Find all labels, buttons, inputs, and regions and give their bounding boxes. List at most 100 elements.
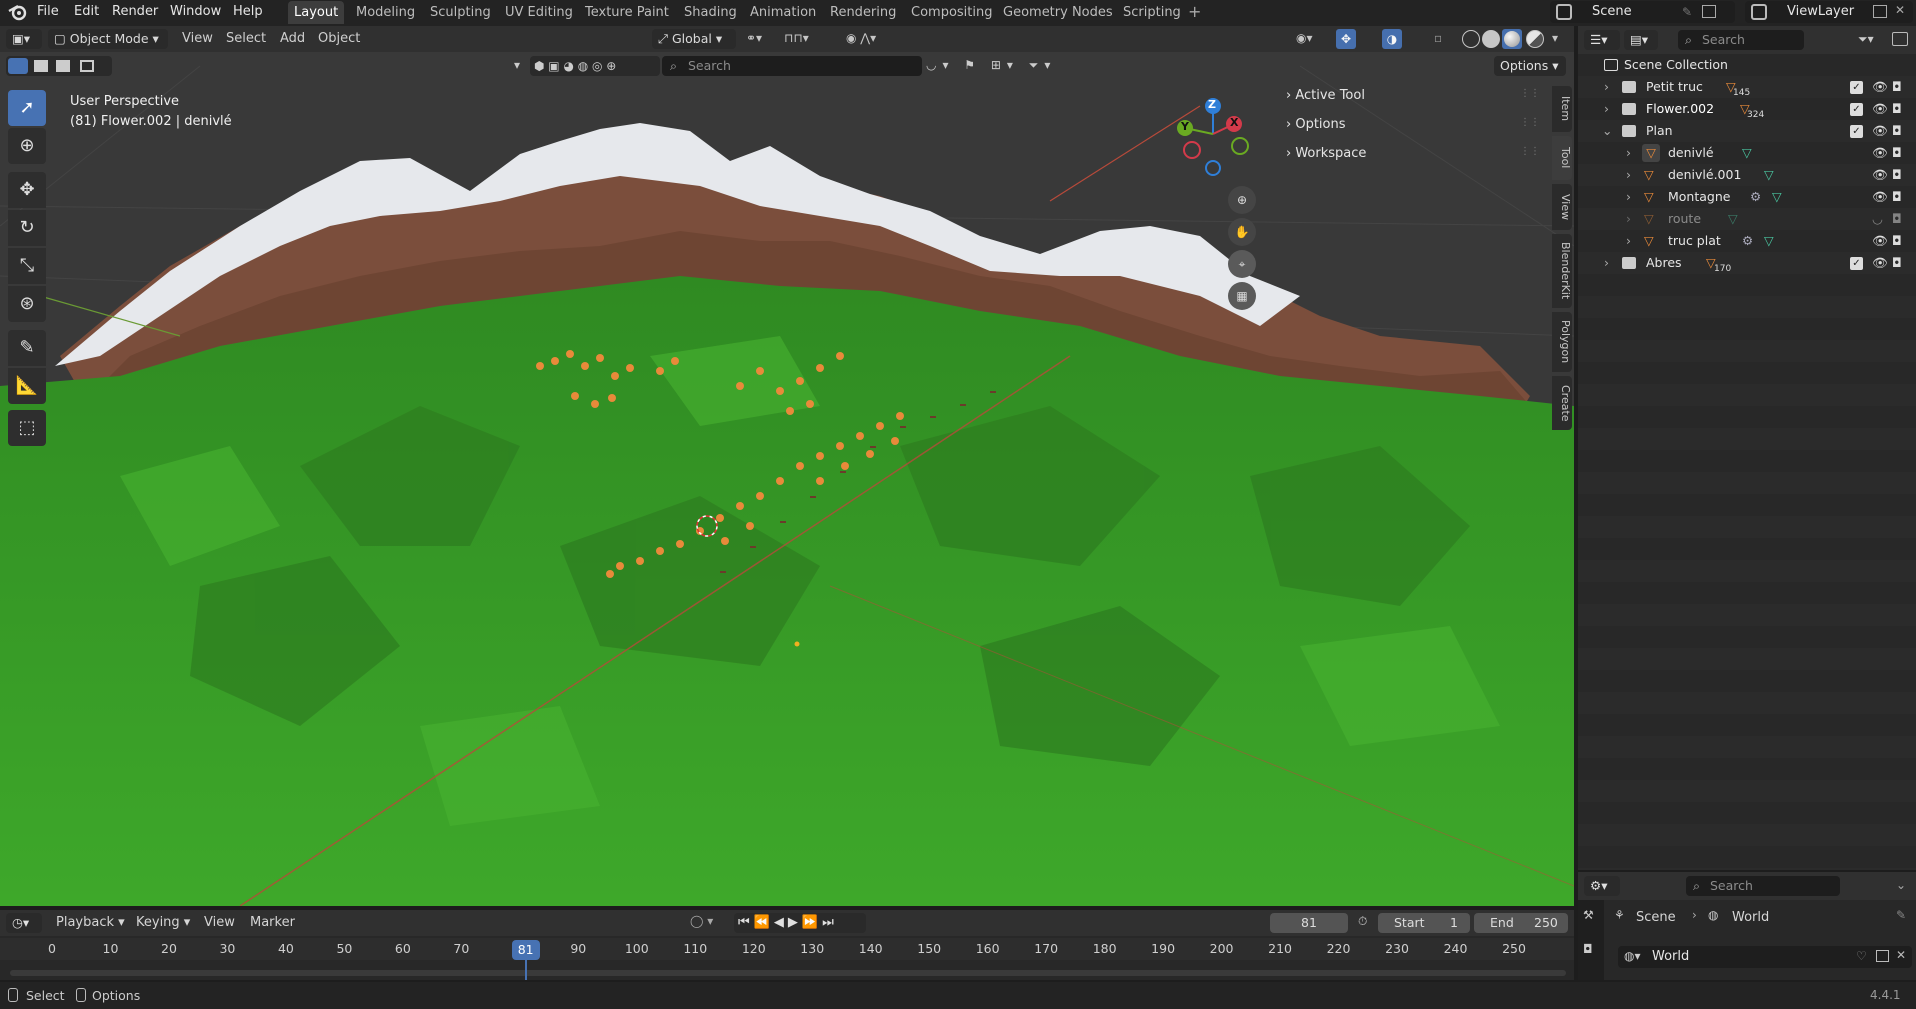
filter-icon[interactable]: ⏷▾ (1858, 32, 1874, 47)
pivot-icon[interactable]: ⚭▾ (746, 31, 762, 45)
exclude-checkbox[interactable]: ✓ (1850, 257, 1863, 270)
blender-logo-icon[interactable] (8, 3, 28, 21)
tab-layout[interactable]: Layout (288, 1, 345, 24)
material-shading-icon[interactable] (1502, 29, 1522, 49)
display-mode-dropdown[interactable]: ▤▾ (1624, 30, 1658, 50)
tab-uv-editing[interactable]: UV Editing (499, 1, 579, 24)
fake-user-icon[interactable]: ♡ (1856, 949, 1867, 963)
tree-row-montagne[interactable]: › ▽ Montagne ⚙ ▽ 👁 ◘ (1578, 186, 1916, 208)
menu-window[interactable]: Window (170, 0, 221, 24)
zoom-icon[interactable]: ⊕ (1228, 186, 1256, 214)
camera-render-icon[interactable]: ◘ (1892, 98, 1902, 120)
camera-render-icon[interactable]: ◘ (1892, 230, 1902, 252)
world-selector[interactable]: ◍▾ World ♡ ✕ (1618, 946, 1912, 968)
solid-shading-icon[interactable] (1482, 30, 1500, 48)
timeline-editor-type[interactable]: ◷▾ (6, 913, 42, 933)
properties-editor-type[interactable]: ⚙▾ (1584, 876, 1620, 896)
outliner-editor-type[interactable]: ☰▾ (1584, 30, 1620, 50)
exclude-checkbox[interactable]: ✓ (1850, 103, 1863, 116)
tab-scripting[interactable]: Scripting (1117, 1, 1187, 24)
collapse-filter-icon[interactable]: ▾ (514, 58, 520, 72)
eye-icon[interactable]: 👁 (1872, 186, 1888, 208)
world-field[interactable]: World (1652, 949, 1689, 964)
proportional-edit-icon[interactable]: ◉ ⋀▾ (846, 31, 876, 45)
rotate-tool[interactable]: ↻ (8, 210, 46, 246)
eye-icon[interactable]: 👁 (1872, 230, 1888, 252)
timeline-menu-view[interactable]: View (204, 915, 235, 930)
add-cube-tool[interactable]: ⬚ (8, 410, 46, 446)
menu-render[interactable]: Render (112, 0, 158, 24)
viewport-menu-view[interactable]: View (182, 31, 213, 46)
camera-render-icon[interactable]: ◘ (1892, 164, 1902, 186)
npanel-tab-item[interactable]: Item (1552, 86, 1572, 132)
navigation-gizmo[interactable]: Z Y X (1168, 94, 1268, 194)
editor-type-button[interactable]: ▣▾ (6, 29, 42, 49)
eye-icon[interactable]: 👁 (1872, 120, 1888, 142)
npanel-tab-tool[interactable]: Tool (1552, 136, 1572, 180)
tab-texture-paint[interactable]: Texture Paint (579, 1, 675, 24)
orientation-dropdown[interactable]: ⤢ Global ▾ (652, 29, 736, 49)
eye-icon[interactable]: 👁 (1872, 98, 1888, 120)
expand-arrow-icon[interactable]: › (1604, 76, 1609, 98)
add-workspace-icon[interactable]: + (1188, 0, 1201, 24)
menu-edit[interactable]: Edit (74, 0, 99, 24)
tab-rendering[interactable]: Rendering (824, 1, 902, 24)
preview-range-icon[interactable]: ⏱ (1358, 914, 1367, 929)
timeline-menu-playback[interactable]: Playback ▾ (56, 915, 125, 930)
pan-hand-icon[interactable]: ✋ (1228, 218, 1256, 246)
expand-arrow-icon[interactable]: › (1626, 142, 1631, 164)
timeline-menu-marker[interactable]: Marker (250, 915, 295, 930)
scale-tool[interactable]: ⤡ (8, 248, 46, 284)
select-mode-group[interactable] (6, 56, 112, 76)
new-scene-icon[interactable] (1702, 5, 1716, 18)
viewlayer-selector[interactable]: ViewLayer ✕ (1745, 1, 1913, 23)
move-tool[interactable]: ✥ (8, 172, 46, 208)
exclude-checkbox[interactable]: ✓ (1850, 125, 1863, 138)
menu-file[interactable]: File (37, 0, 59, 24)
expand-arrow-icon[interactable]: › (1604, 252, 1609, 274)
visibility-icon[interactable]: ◉▾ (1296, 31, 1313, 45)
viewport-menu-object[interactable]: Object (318, 31, 360, 46)
annotate-tool[interactable]: ✎ (8, 330, 46, 366)
camera-render-icon[interactable]: ◘ (1892, 76, 1902, 98)
playhead-marker[interactable]: 81 (511, 940, 540, 960)
expand-arrow-icon[interactable]: › (1626, 230, 1631, 252)
remove-viewlayer-icon[interactable]: ✕ (1895, 3, 1905, 17)
expand-arrow-icon[interactable]: › (1626, 186, 1631, 208)
viewport-menu-select[interactable]: Select (226, 31, 266, 46)
eye-icon[interactable]: 👁 (1872, 76, 1888, 98)
unlink-icon[interactable]: ✕ (1896, 948, 1906, 962)
tab-sculpting[interactable]: Sculpting (424, 1, 497, 24)
transform-tool[interactable]: ⊛ (8, 286, 46, 322)
tab-animation[interactable]: Animation (744, 1, 822, 24)
tree-row-petit-truc[interactable]: › Petit truc ▽ 145 ✓ 👁 ◘ (1578, 76, 1916, 98)
filter-toggle-icons[interactable]: ◡▾ ⚑ ⊞▾ ⏷▾ (926, 58, 1056, 73)
measure-tool[interactable]: 📐 (8, 368, 46, 404)
camera-render-icon[interactable]: ◘ (1892, 142, 1902, 164)
viewport-menu-add[interactable]: Add (280, 31, 305, 46)
gizmo-toggle-icon[interactable]: ✥ (1336, 29, 1356, 49)
pin-icon[interactable]: ✎ (1896, 908, 1906, 922)
npanel-section-options[interactable]: › Options (1286, 117, 1346, 132)
cursor-tool[interactable]: ⊕ (8, 128, 46, 164)
ortho-toggle-icon[interactable]: ▦ (1228, 282, 1256, 310)
scene-collection-row[interactable]: Scene Collection (1578, 54, 1916, 76)
camera-view-icon[interactable]: ⌖ (1228, 250, 1256, 278)
tab-shading[interactable]: Shading (678, 1, 743, 24)
tree-row-plan[interactable]: ⌄ Plan ✓ 👁 ◘ (1578, 120, 1916, 142)
pin-icon[interactable]: ✎ (1682, 5, 1692, 19)
npanel-section-active-tool[interactable]: › Active Tool (1286, 88, 1365, 103)
npanel-section-workspace[interactable]: › Workspace (1286, 146, 1366, 161)
timeline-scrollbar[interactable] (10, 970, 1566, 976)
new-collection-icon[interactable] (1892, 32, 1908, 46)
exclude-checkbox[interactable]: ✓ (1850, 81, 1863, 94)
viewport-area[interactable]: ▣▾ ▢ Object Mode ▾ View Select Add Objec… (0, 26, 1574, 906)
tool-properties-icon[interactable]: ⚒ (1583, 908, 1594, 922)
npanel-tab-view[interactable]: View (1552, 184, 1572, 230)
eye-icon[interactable]: 👁 (1872, 252, 1888, 274)
expand-arrow-icon[interactable]: › (1626, 208, 1631, 230)
object-type-filters[interactable]: ⬢ ▣ ◕ ◍ ◎ ⊕ (530, 56, 660, 76)
select-subtract-icon[interactable] (56, 60, 70, 72)
eye-icon[interactable]: 👁 (1872, 142, 1888, 164)
eye-icon[interactable]: 👁 (1872, 164, 1888, 186)
